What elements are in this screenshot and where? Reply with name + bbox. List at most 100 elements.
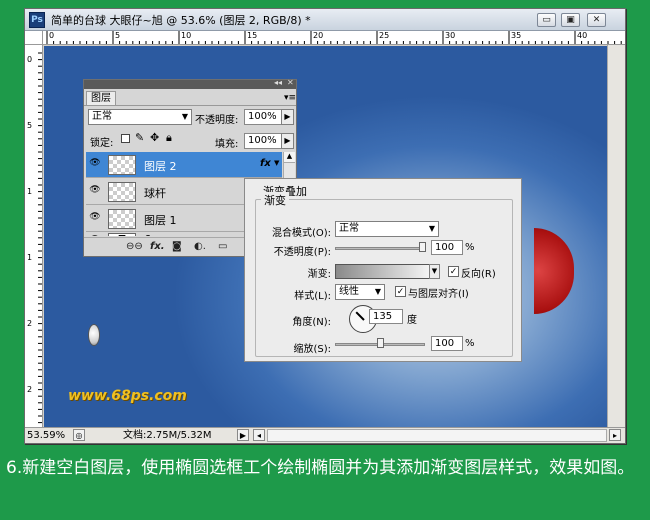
- opacity-label: 不透明度(P):: [273, 247, 331, 258]
- ruler-left[interactable]: 0 5 1 1 2 2: [25, 45, 43, 433]
- zoom-level[interactable]: 53.59%: [27, 429, 71, 442]
- panel-close-icon[interactable]: ✕: [287, 78, 294, 87]
- align-with-layer-checkbox[interactable]: ✓: [395, 286, 406, 297]
- scroll-right-arrow-icon[interactable]: ▸: [609, 429, 621, 441]
- adjustment-icon[interactable]: ◐.: [194, 241, 206, 252]
- blend-mode-select[interactable]: 正常 ▼: [88, 109, 192, 125]
- window-title: 简单的台球 大眼仔~旭 @ 53.6% (图层 2, RGB/8) *: [51, 14, 311, 27]
- layer-thumbnail: [108, 209, 136, 229]
- ruler-top-label: 10: [181, 31, 192, 40]
- layer-thumbnail: [108, 155, 136, 175]
- ruler-top-label: 5: [115, 31, 121, 40]
- percent-label: %: [465, 242, 475, 253]
- watermark: www.68ps.com: [68, 388, 187, 404]
- white-ellipse: [88, 324, 100, 346]
- fill-label: 填充:: [215, 139, 239, 150]
- ruler-left-label: 2: [27, 385, 33, 394]
- lock-icon[interactable]: 🔒︎: [166, 131, 172, 145]
- eye-icon[interactable]: 👁︎: [88, 235, 102, 236]
- ruler-top-label: 35: [511, 31, 522, 40]
- ruler-left-label: 1: [27, 187, 33, 196]
- brush-icon[interactable]: ✎: [135, 131, 144, 144]
- blend-mode-value: 正常: [339, 223, 359, 234]
- angle-input[interactable]: 135: [369, 309, 403, 324]
- style-select[interactable]: 线性 ▼: [335, 284, 385, 300]
- restore-button[interactable]: ▣: [561, 13, 580, 27]
- angle-needle: [355, 311, 365, 321]
- tab-layers[interactable]: 图层: [86, 91, 116, 105]
- layer-thumbnail: [108, 182, 136, 202]
- ruler-left-ticks: [38, 52, 42, 430]
- blend-mode-value: 正常: [92, 111, 112, 122]
- fx-icon[interactable]: fx.: [150, 241, 165, 252]
- gradient-label: 渐变:: [307, 269, 331, 280]
- gradient-swatch[interactable]: [335, 264, 431, 279]
- ruler-left-label: 1: [27, 253, 33, 262]
- panel-menu-icon[interactable]: ▾≡: [284, 93, 296, 103]
- layer-name: 图层 1: [144, 214, 177, 227]
- ruler-top-label: 40: [577, 31, 588, 40]
- layer-name: 图层 2: [144, 160, 177, 173]
- minimize-button[interactable]: ▭: [537, 13, 556, 27]
- scale-input[interactable]: 100: [431, 336, 463, 351]
- blend-mode-select[interactable]: 正常 ▼: [335, 221, 439, 237]
- lock-label: 锁定:: [90, 138, 114, 149]
- collapse-icon[interactable]: ◂◂: [274, 78, 282, 87]
- blend-mode-label: 混合模式(O):: [271, 228, 331, 239]
- document-info[interactable]: 文档:2.75M/5.32M: [123, 429, 212, 442]
- scroll-up-arrow-icon[interactable]: ▲: [284, 152, 295, 163]
- ruler-left-label: 2: [27, 319, 33, 328]
- photoshop-logo-icon: Ps: [29, 12, 45, 28]
- fill-input[interactable]: 100%: [244, 133, 282, 149]
- status-menu-arrow-icon[interactable]: ▶: [237, 429, 249, 441]
- fill-arrow-button[interactable]: ▶: [281, 133, 294, 149]
- percent-label: %: [465, 338, 475, 349]
- divider: [84, 105, 296, 106]
- zoom-icon[interactable]: ◎: [73, 429, 85, 441]
- status-bar: 53.59% ◎ 文档:2.75M/5.32M ▶ ◂ ▸: [25, 427, 625, 443]
- ruler-top[interactable]: 0 5 10 15 20 25 30 35 40: [43, 31, 625, 45]
- layer-row[interactable]: 👁︎ 图层 2 fx ▼: [86, 152, 282, 178]
- mask-icon[interactable]: ◙: [172, 241, 182, 252]
- eye-icon[interactable]: 👁︎: [88, 158, 102, 170]
- layer-name: 球杆: [144, 187, 166, 200]
- layer-name: 6: [144, 233, 151, 236]
- expand-effects-icon[interactable]: ▼: [274, 159, 279, 167]
- chevron-down-icon: ▼: [374, 287, 381, 296]
- align-label: 与图层对齐(I): [408, 289, 469, 300]
- ruler-corner[interactable]: [25, 31, 43, 45]
- scale-label: 缩放(S):: [293, 344, 331, 355]
- caption-text: 6.新建空白图层，使用椭圆选框工个绘制椭圆并为其添加渐变图层样式，效果如图。: [6, 458, 635, 478]
- scroll-left-arrow-icon[interactable]: ◂: [253, 429, 265, 441]
- fx-badge[interactable]: fx: [260, 158, 271, 169]
- opacity-arrow-button[interactable]: ▶: [281, 109, 294, 125]
- lock-transparent-icon[interactable]: [121, 134, 130, 143]
- vertical-scrollbar[interactable]: [607, 45, 625, 433]
- ruler-left-label: 5: [27, 121, 33, 130]
- degree-label: 度: [407, 315, 417, 326]
- opacity-slider-handle[interactable]: [419, 242, 426, 252]
- link-icon[interactable]: ⊖⊖: [126, 241, 143, 252]
- panel-grip[interactable]: ◂◂ ✕: [84, 78, 296, 89]
- scale-slider-handle[interactable]: [377, 338, 384, 348]
- eye-icon[interactable]: 👁︎: [88, 185, 102, 197]
- eye-icon[interactable]: 👁︎: [88, 212, 102, 224]
- opacity-slider[interactable]: [335, 247, 425, 250]
- close-button[interactable]: ✕: [587, 13, 606, 27]
- opacity-input[interactable]: 100%: [244, 109, 282, 125]
- ruler-top-ticks: [46, 31, 622, 44]
- ruler-top-label: 20: [313, 31, 324, 40]
- chevron-down-icon: ▼: [181, 112, 188, 121]
- ruler-top-label: 0: [49, 31, 55, 40]
- angle-label: 角度(N):: [292, 317, 331, 328]
- red-ball: [534, 228, 574, 314]
- move-icon[interactable]: ✥: [150, 131, 159, 144]
- title-bar[interactable]: Ps 简单的台球 大眼仔~旭 @ 53.6% (图层 2, RGB/8) * ▭…: [25, 9, 625, 31]
- group-folder-icon[interactable]: ▭: [218, 241, 227, 252]
- opacity-input[interactable]: 100: [431, 240, 463, 255]
- gradient-picker-chevron-icon[interactable]: ▼: [429, 264, 440, 279]
- reverse-checkbox[interactable]: ✓: [448, 266, 459, 277]
- ruler-left-label: 0: [27, 55, 33, 64]
- horizontal-scrollbar[interactable]: [267, 429, 607, 442]
- reverse-label: 反向(R): [461, 269, 496, 280]
